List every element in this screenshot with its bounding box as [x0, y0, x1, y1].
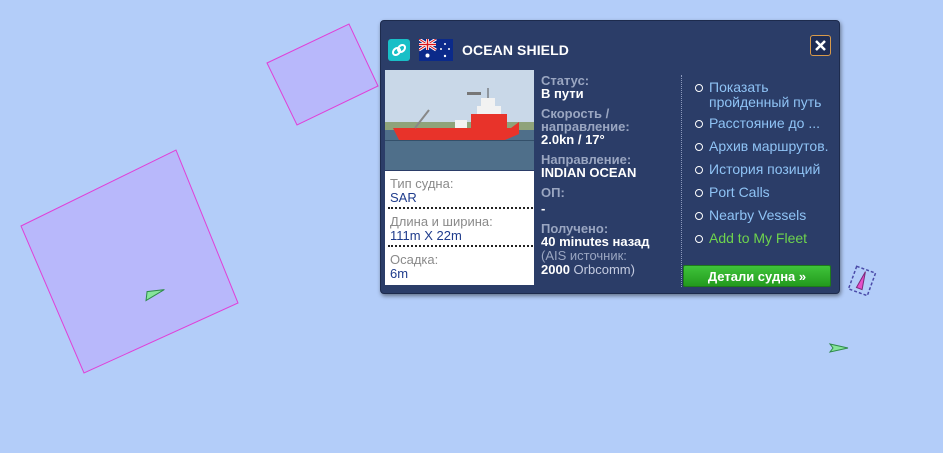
- vessel-status-panel: Статус: В пути Скорость / направление: 2…: [541, 74, 681, 277]
- spec-size-value: 111m X 22m: [390, 228, 462, 243]
- bullet-icon: [695, 189, 703, 197]
- received-value: 40 minutes назад: [541, 234, 650, 249]
- bullet-icon: [695, 166, 703, 174]
- add-to-fleet-link-text: Add to My Fleet: [709, 230, 808, 246]
- column-divider: [681, 75, 682, 287]
- close-button[interactable]: [810, 35, 831, 56]
- spec-type: Тип судна: SAR: [385, 171, 534, 209]
- spec-size-label: Длина и ширина:: [390, 214, 493, 229]
- vessel-marker-east[interactable]: [828, 343, 849, 353]
- selected-vessel-marker[interactable]: [847, 265, 877, 297]
- vessel-specs: Тип судна: SAR Длина и ширина: 111m X 22…: [385, 171, 534, 285]
- bullet-icon: [695, 235, 703, 243]
- ais-source-label: (AIS источник:: [541, 248, 627, 263]
- popup-header: OCEAN SHIELD: [381, 21, 839, 69]
- vessel-info-popup: OCEAN SHIELD Тип судна: SAR Длина и шири…: [380, 20, 840, 294]
- ais-source-id: 2000: [541, 262, 570, 277]
- ais-source-name: Orbcomm): [573, 262, 635, 277]
- eta-label: ОП:: [541, 185, 565, 200]
- show-track-link-text: Показать пройденный путь: [709, 79, 822, 110]
- australia-flag-icon: [418, 37, 453, 61]
- vessel-photo[interactable]: [385, 70, 534, 170]
- status-value: В пути: [541, 86, 584, 101]
- spec-size: Длина и ширина: 111m X 22m: [385, 209, 534, 247]
- position-history-link-text: История позиций: [709, 161, 821, 177]
- spec-draught-value: 6m: [390, 266, 409, 281]
- spec-draught-label: Осадка:: [390, 252, 439, 267]
- bullet-icon: [695, 120, 703, 128]
- zone-polygon-large[interactable]: [20, 149, 239, 374]
- nearby-vessels-link-text: Nearby Vessels: [709, 207, 807, 223]
- zone-polygon-small[interactable]: [266, 23, 379, 126]
- bullet-icon: [695, 84, 703, 92]
- distance-to-link-text: Расстояние до ...: [709, 115, 821, 131]
- route-archive-link-text: Архив маршрутов.: [709, 138, 829, 154]
- bullet-icon: [695, 143, 703, 151]
- ais-source-value: 2000 Orbcomm): [541, 263, 681, 277]
- spec-draught: Осадка: 6m: [385, 247, 534, 285]
- vessel-name: OCEAN SHIELD: [462, 42, 569, 58]
- vessel-details-button[interactable]: Детали судна »: [683, 265, 831, 287]
- link-icon[interactable]: [388, 39, 410, 61]
- destination-value: INDIAN OCEAN: [541, 165, 637, 180]
- eta-value: -: [541, 201, 546, 216]
- speed-value: 2.0kn / 17°: [541, 132, 605, 147]
- bullet-icon: [695, 212, 703, 220]
- spec-type-value: SAR: [390, 190, 417, 205]
- spec-type-label: Тип судна:: [390, 176, 454, 191]
- port-calls-link-text: Port Calls: [709, 184, 770, 200]
- close-icon: [815, 40, 826, 51]
